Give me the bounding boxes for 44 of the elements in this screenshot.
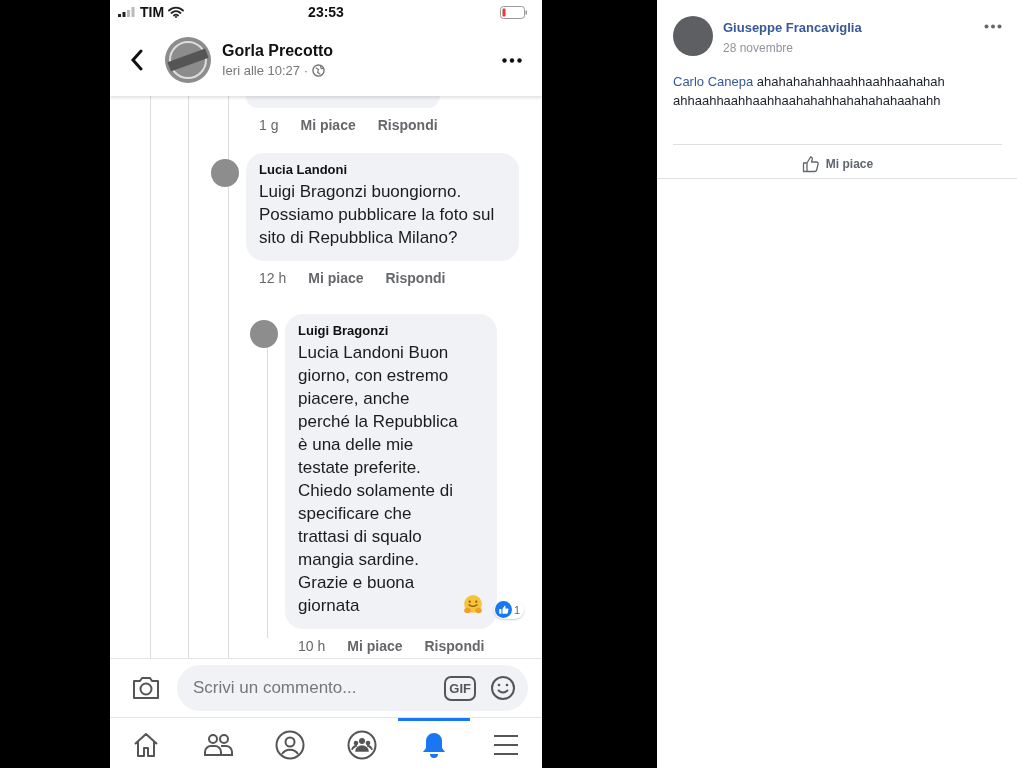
reply-link[interactable]: Rispondi [385,270,446,286]
comment-input[interactable]: Scrivi un commento... GIF [177,665,528,711]
comment-time: 1 g [259,117,279,133]
emoji-icon[interactable] [490,675,516,701]
reaction-badge[interactable]: 1 [493,600,524,619]
comment-author[interactable]: Luigi Bragonzi [298,323,484,338]
wifi-icon [168,6,185,18]
post-time: Ieri alle 10:27 · [222,63,308,78]
avatar[interactable] [673,16,713,56]
comment-text: Carlo Canepa ahahahahahhaahhaahhaahahah ahhaahhaahhaahhaahahahhahahahahaahahh [673,73,946,110]
avatar[interactable] [250,320,278,348]
status-time: 23:53 [308,4,344,20]
comment-text: Luigi Bragonzi buongiorno. Possiamo pubblicare la foto sul sito di Repubblica Milano? [259,181,496,249]
camera-icon[interactable] [131,675,161,701]
like-link[interactable]: Mi piace [308,270,364,286]
comment-time: 12 h [259,270,287,286]
like-link[interactable]: Mi piace [347,638,403,654]
carrier-name: TIM [140,4,165,20]
comment-author[interactable]: Lucia Landoni [259,162,506,177]
battery-icon [500,5,528,19]
profile-icon [275,729,305,760]
bell-icon [421,730,447,759]
globe-icon [312,64,325,77]
like-button[interactable]: Mi piace [801,155,874,173]
more-icon[interactable] [502,57,522,63]
comment-text: Lucia Landoni Buon giorno, con estremo piacere, anche perché la Repubblica è una delle mie testate preferite. Chiedo solamente di specificare che trattasi di squalo mangia sardine. Grazie e buona giornata [298,342,459,617]
reply-link[interactable]: Rispondi [377,117,438,133]
avatar[interactable] [211,159,239,187]
groups-icon [347,729,377,760]
back-icon[interactable] [130,49,144,71]
signal-icon [118,7,136,17]
like-link[interactable]: Mi piace [300,117,356,133]
home-icon [132,730,160,759]
comment-time: 10 h [298,638,326,654]
gif-button[interactable]: GIF [444,675,476,701]
menu-icon [492,732,520,757]
thumbs-up-icon [801,155,820,173]
hugging-face-emoji-icon [462,594,484,616]
author-name[interactable]: Giuseppe Francaviglia [723,20,984,35]
stamp-logo-icon[interactable] [164,36,212,84]
mention-link[interactable]: Carlo Canepa [673,74,754,89]
page-title[interactable]: Gorla Precotto [222,42,502,60]
like-icon [494,601,512,618]
reply-link[interactable]: Rispondi [424,638,485,654]
